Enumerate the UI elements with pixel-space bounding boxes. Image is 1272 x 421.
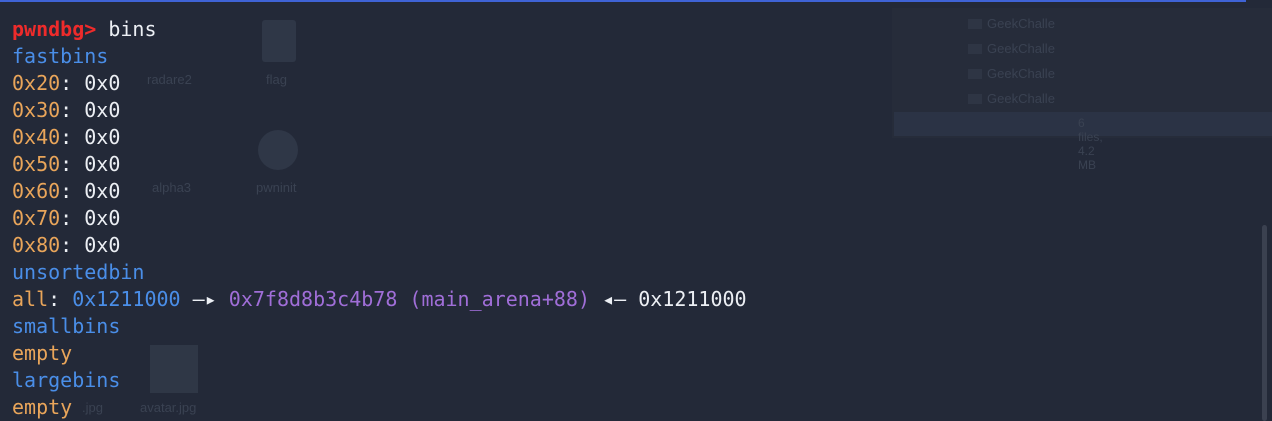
fastbin-value: 0x0 [84, 206, 121, 230]
fastbin-size: 0x40 [12, 125, 61, 149]
terminal-scrollbar[interactable] [1262, 225, 1267, 421]
folder-icon [968, 69, 982, 79]
forward-arrow: —▸ [192, 287, 217, 311]
folder-row: GeekChalle [987, 16, 1055, 31]
fastbin-row: 0x70: 0x0 [12, 206, 121, 230]
fastbin-value: 0x0 [84, 125, 121, 149]
fastbin-value: 0x0 [84, 233, 121, 257]
unsorted-back-address: 0x1211000 [638, 287, 747, 311]
command-text: bins [108, 17, 157, 41]
window-top-border [0, 0, 1246, 2]
largebins-value: empty [12, 395, 73, 419]
prompt-line: pwndbg> bins [12, 16, 747, 43]
folder-row: GeekChalle [987, 66, 1055, 81]
terminal-output[interactable]: pwndbg> bins fastbins 0x20: 0x0 0x30: 0x… [12, 16, 747, 421]
folder-row: GeekChalle [987, 91, 1055, 106]
fastbin-row: 0x30: 0x0 [12, 98, 121, 122]
fastbin-size: 0x70 [12, 206, 61, 230]
fastbin-size: 0x60 [12, 179, 61, 203]
unsorted-chunk-address: 0x1211000 [72, 287, 181, 311]
fastbin-value: 0x0 [84, 152, 121, 176]
unsortedbin-header: unsortedbin [12, 260, 145, 284]
fastbin-size: 0x20 [12, 71, 61, 95]
fastbin-row: 0x40: 0x0 [12, 125, 121, 149]
unsortedbin-row: all: 0x1211000 —▸ 0x7f8d8b3c4b78 (main_a… [12, 287, 747, 311]
shell-prompt: pwndbg> [12, 17, 97, 41]
fastbin-row: 0x50: 0x0 [12, 152, 121, 176]
fastbin-value: 0x0 [84, 179, 121, 203]
fastbin-row: 0x80: 0x0 [12, 233, 121, 257]
file-manager-status: 6 files, 4.2 MB [1078, 116, 1103, 172]
folder-row: GeekChalle [987, 41, 1055, 56]
folder-icon [968, 19, 982, 29]
fastbin-value: 0x0 [84, 71, 121, 95]
smallbins-header: smallbins [12, 314, 121, 338]
largebins-header: largebins [12, 368, 121, 392]
fastbin-value: 0x0 [84, 98, 121, 122]
fastbin-size: 0x50 [12, 152, 61, 176]
folder-icon [968, 94, 982, 104]
smallbins-value: empty [12, 341, 73, 365]
fastbin-row: 0x20: 0x0 [12, 71, 121, 95]
fastbin-row: 0x60: 0x0 [12, 179, 121, 203]
fastbin-size: 0x80 [12, 233, 61, 257]
fastbins-header: fastbins [12, 44, 109, 68]
unsorted-key: all [12, 287, 49, 311]
main-arena-pointer: 0x7f8d8b3c4b78 (main_arena+88) [228, 287, 591, 311]
fastbin-size: 0x30 [12, 98, 61, 122]
folder-icon [968, 44, 982, 54]
back-arrow: ◂— [602, 287, 627, 311]
